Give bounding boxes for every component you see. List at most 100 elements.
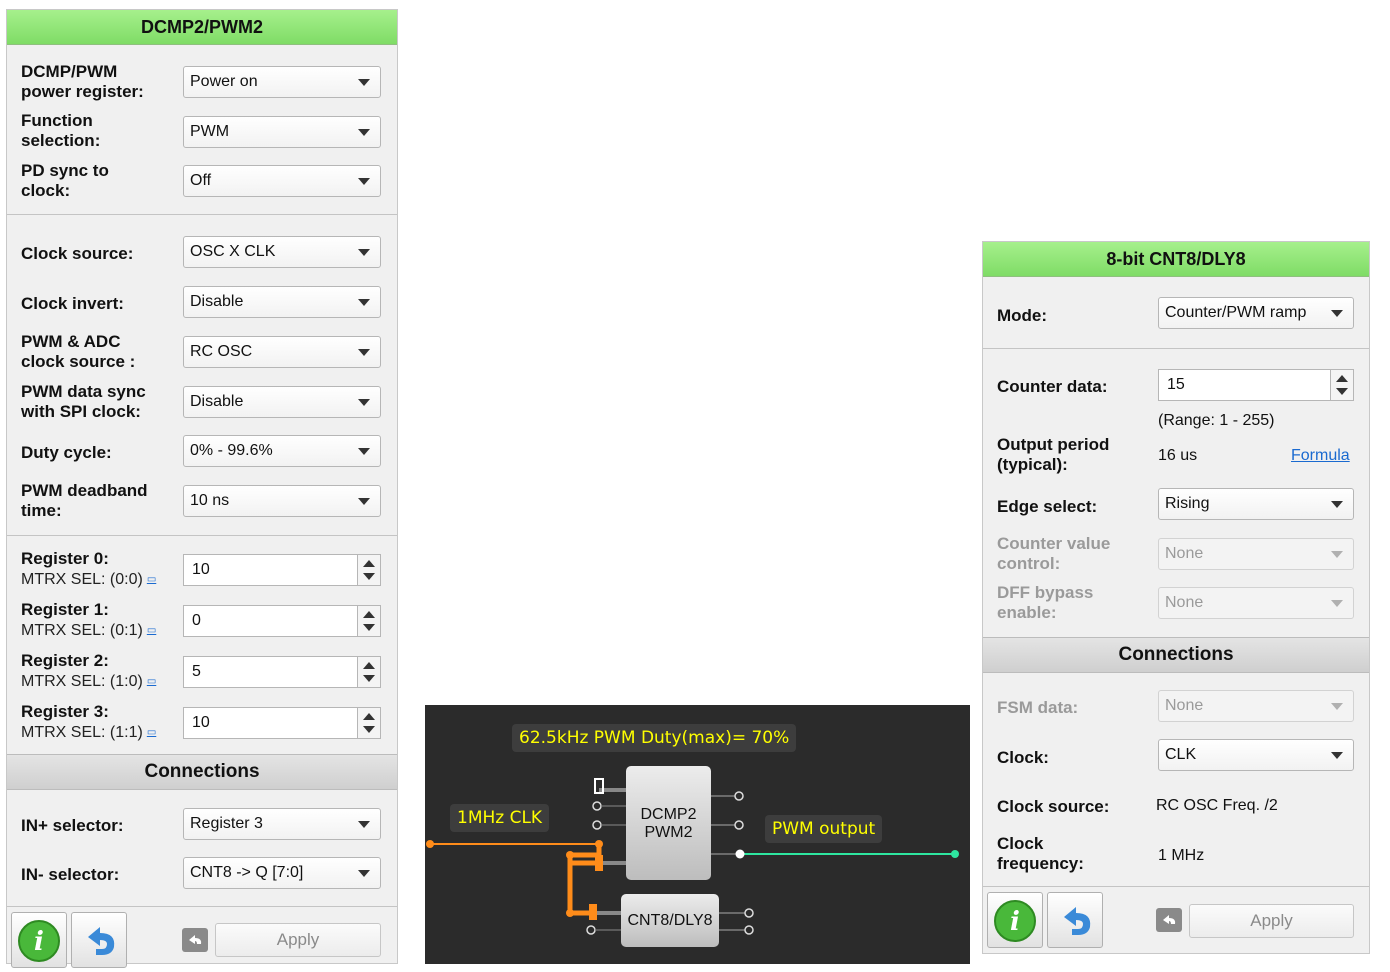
clock-source-select[interactable]: OSC X CLK (183, 236, 381, 268)
register-0-spinbox[interactable]: 10 (183, 554, 381, 586)
pwm-adc-clock-select[interactable]: RC OSC (183, 336, 381, 368)
pwm-frequency-label: 62.5kHz PWM Duty(max)= 70% (512, 724, 797, 752)
connections-header: Connections (983, 637, 1369, 673)
field-label-duty-cycle: Duty cycle: (21, 443, 112, 462)
power-register-select[interactable]: Power on (183, 66, 381, 98)
field-label-power-register: DCMP/PWM power register: (21, 62, 144, 101)
in-plus-selector-label: IN+ selector: (21, 816, 124, 835)
divider (7, 214, 397, 215)
spin-down-icon[interactable] (363, 573, 375, 580)
field-label-pd-sync: PD sync to clock: (21, 161, 109, 200)
dropdown-arrow-icon (358, 498, 370, 505)
spin-up-icon[interactable] (363, 713, 375, 720)
panel-title: 8-bit CNT8/DLY8 (983, 242, 1369, 277)
function-selection-select[interactable]: PWM (183, 116, 381, 148)
svg-text:i: i (1010, 907, 1020, 937)
spin-down-icon[interactable] (1336, 388, 1348, 395)
apply-button[interactable]: Apply (215, 923, 381, 957)
in-plus-selector[interactable]: Register 3 (183, 808, 381, 840)
spin-buttons[interactable] (357, 606, 380, 636)
pwm-deadband-select[interactable]: 10 ns (183, 485, 381, 517)
edge-select[interactable]: Rising (1158, 488, 1354, 520)
svg-text:i: i (34, 927, 44, 957)
info-icon: i (18, 920, 60, 962)
spin-up-icon[interactable] (363, 611, 375, 618)
matrix-link-icon[interactable]: ▭ (147, 625, 156, 636)
divider (983, 348, 1369, 349)
select-value: Off (190, 172, 212, 189)
field-label-function-selection: Function selection: (21, 111, 101, 150)
spin-down-icon[interactable] (363, 675, 375, 682)
spin-buttons[interactable] (1330, 370, 1353, 400)
pd-sync-select[interactable]: Off (183, 165, 381, 197)
mode-label: Mode: (997, 306, 1048, 325)
select-value: None (1165, 594, 1204, 611)
cnt-output-port (744, 925, 754, 935)
cnt-output-port (744, 908, 754, 918)
spin-up-icon[interactable] (1336, 375, 1348, 382)
dropdown-arrow-icon (358, 821, 370, 828)
in-minus-selector[interactable]: CNT8 -> Q [7:0] (183, 857, 381, 889)
clk-wire-start-dot (426, 840, 434, 848)
clock-frequency-label: Clock frequency: (997, 834, 1084, 873)
spin-down-icon[interactable] (363, 726, 375, 733)
input-port (592, 820, 602, 830)
divider (7, 535, 397, 536)
spin-buttons[interactable] (357, 657, 380, 687)
spin-up-icon[interactable] (363, 560, 375, 567)
info-button[interactable]: i (11, 912, 67, 968)
select-value: OSC X CLK (190, 243, 276, 260)
fsm-data-select[interactable]: None (1158, 690, 1354, 722)
clock-invert-select[interactable]: Disable (183, 286, 381, 318)
revert-small-button[interactable] (1156, 908, 1182, 932)
clock-select[interactable]: CLK (1158, 739, 1354, 771)
matrix-link-icon[interactable]: ▭ (147, 574, 156, 585)
register-0-label: Register 0: MTRX SEL: (0:0) ▭ (21, 549, 186, 590)
info-button[interactable]: i (987, 892, 1043, 948)
undo-button[interactable] (71, 912, 127, 968)
formula-link[interactable]: Formula (1291, 447, 1350, 465)
cnt-dly-block[interactable]: CNT8/DLY8 (621, 894, 719, 947)
spin-value: 10 (192, 561, 210, 578)
spin-value: 5 (192, 663, 201, 680)
dropdown-arrow-icon (1331, 310, 1343, 317)
pwm-data-sync-select[interactable]: Disable (183, 386, 381, 418)
register-2-label: Register 2: MTRX SEL: (1:0) ▭ (21, 651, 186, 692)
counter-data-spinbox[interactable]: 15 (1158, 369, 1354, 401)
counter-value-control-select[interactable]: None (1158, 538, 1354, 570)
undo-icon (1064, 907, 1091, 935)
spin-buttons[interactable] (357, 708, 380, 738)
select-value: PWM (190, 123, 230, 140)
duty-cycle-select[interactable]: 0% - 99.6% (183, 435, 381, 467)
register-3-spinbox[interactable]: 10 (183, 707, 381, 739)
register-label-text: Register 0: (21, 549, 109, 568)
spin-up-icon[interactable] (363, 662, 375, 669)
apply-button[interactable]: Apply (1189, 904, 1354, 938)
dff-bypass-select[interactable]: None (1158, 587, 1354, 619)
mode-select[interactable]: Counter/PWM ramp (1158, 297, 1354, 329)
spin-down-icon[interactable] (363, 624, 375, 631)
mtrx-sel-value: MTRX SEL: (1:1) (21, 724, 143, 741)
dcmp-pwm-block[interactable]: DCMP2 PWM2 (626, 766, 711, 880)
select-value: 10 ns (190, 492, 230, 509)
dropdown-arrow-icon (358, 129, 370, 136)
register-2-spinbox[interactable]: 5 (183, 656, 381, 688)
register-3-label: Register 3: MTRX SEL: (1:1) ▭ (21, 702, 186, 743)
spin-buttons[interactable] (357, 555, 380, 585)
output-period-label: Output period (typical): (997, 435, 1110, 474)
mtrx-sel-value: MTRX SEL: (0:0) (21, 571, 143, 588)
register-1-spinbox[interactable]: 0 (183, 605, 381, 637)
matrix-link-icon[interactable]: ▭ (147, 676, 156, 687)
field-label-clock-invert: Clock invert: (21, 294, 124, 313)
block-label: CNT8/DLY8 (627, 912, 713, 929)
junction-dot (566, 851, 574, 859)
spin-value: 10 (192, 714, 210, 731)
matrix-link-icon[interactable]: ▭ (147, 727, 156, 738)
register-1-label: Register 1: MTRX SEL: (0:1) ▭ (21, 600, 186, 641)
select-value: CNT8 -> Q [7:0] (190, 864, 304, 881)
mtrx-sel-text: MTRX SEL: (1:0) ▭ (21, 673, 156, 690)
cnt-input-port (586, 925, 596, 935)
undo-button[interactable] (1047, 892, 1103, 948)
revert-small-button[interactable] (182, 928, 208, 952)
mtrx-sel-value: MTRX SEL: (0:1) (21, 622, 143, 639)
